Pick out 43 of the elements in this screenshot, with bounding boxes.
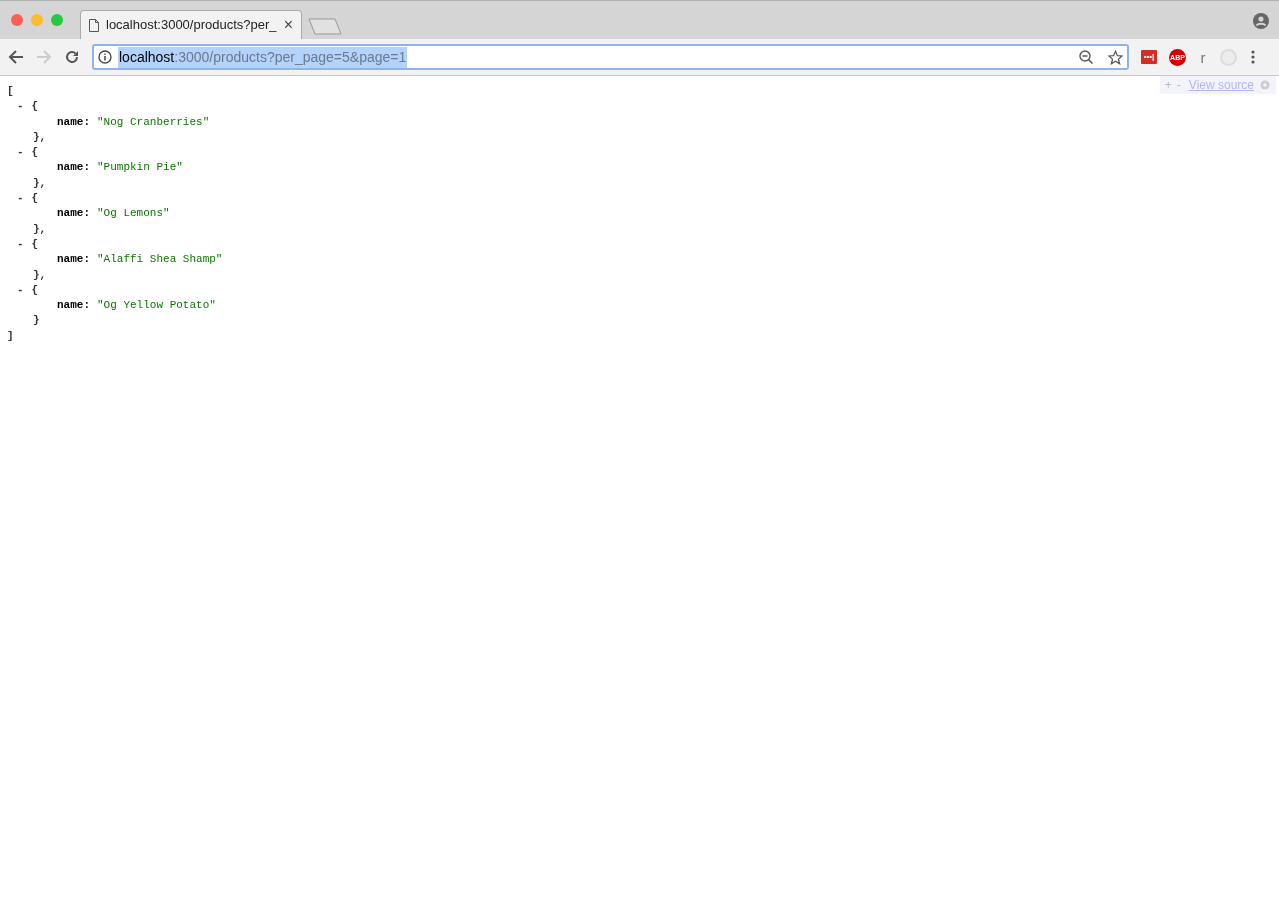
open-bracket: [ <box>7 84 14 99</box>
profile-icon[interactable] <box>1253 13 1269 29</box>
property-value: "Pumpkin Pie" <box>97 160 183 176</box>
open-brace: { <box>31 99 39 115</box>
open-brace: { <box>31 236 39 252</box>
close-brace: }, <box>33 267 47 283</box>
back-arrow-icon[interactable] <box>8 49 24 65</box>
close-bracket: ] <box>7 328 14 344</box>
tab-title: localhost:3000/products?per_ <box>106 16 277 35</box>
property-value: "Alaffi Shea Shamp" <box>97 252 223 268</box>
info-icon[interactable] <box>98 50 112 64</box>
extension-letter-icon[interactable]: r <box>1198 49 1208 65</box>
property-value: "Nog Cranberries" <box>97 114 210 130</box>
property-value: "Og Yellow Potato" <box>97 298 216 314</box>
close-brace: }, <box>33 221 47 237</box>
collapse-toggle[interactable]: - <box>17 191 24 207</box>
password-manager-extension[interactable]: •••| <box>1141 50 1157 64</box>
document-icon <box>89 18 99 32</box>
reload-icon[interactable] <box>64 49 80 65</box>
property-key: name: <box>57 206 90 222</box>
zoom-out-icon[interactable] <box>1079 49 1094 65</box>
close-window-button[interactable] <box>11 14 23 26</box>
property-key: name: <box>57 252 90 268</box>
collapse-toggle[interactable]: - <box>17 99 24 115</box>
collapse-toggle[interactable]: - <box>17 236 24 253</box>
menu-icon[interactable] <box>1251 50 1255 64</box>
browser-tab[interactable]: localhost:3000/products?per_ × <box>80 10 302 39</box>
collapse-toggle[interactable]: - <box>17 145 24 161</box>
open-brace: { <box>31 145 39 161</box>
url-text: localhost:3000/products?per_page=5&page=1 <box>118 46 408 68</box>
property-key: name: <box>57 114 90 130</box>
close-brace: } <box>33 313 40 329</box>
property-key: name: <box>57 160 90 176</box>
close-brace: }, <box>33 129 47 145</box>
close-brace: }, <box>33 175 47 191</box>
open-brace: { <box>31 282 39 298</box>
collapse-toggle[interactable]: - <box>17 282 24 299</box>
property-key: name: <box>57 298 90 314</box>
open-brace: { <box>31 191 39 207</box>
tab-close-button[interactable]: × <box>283 17 293 33</box>
property-value: "Og Lemons" <box>97 206 170 222</box>
star-icon[interactable] <box>1108 49 1123 65</box>
address-bar[interactable]: localhost:3000/products?per_page=5&page=1 <box>92 44 1129 70</box>
